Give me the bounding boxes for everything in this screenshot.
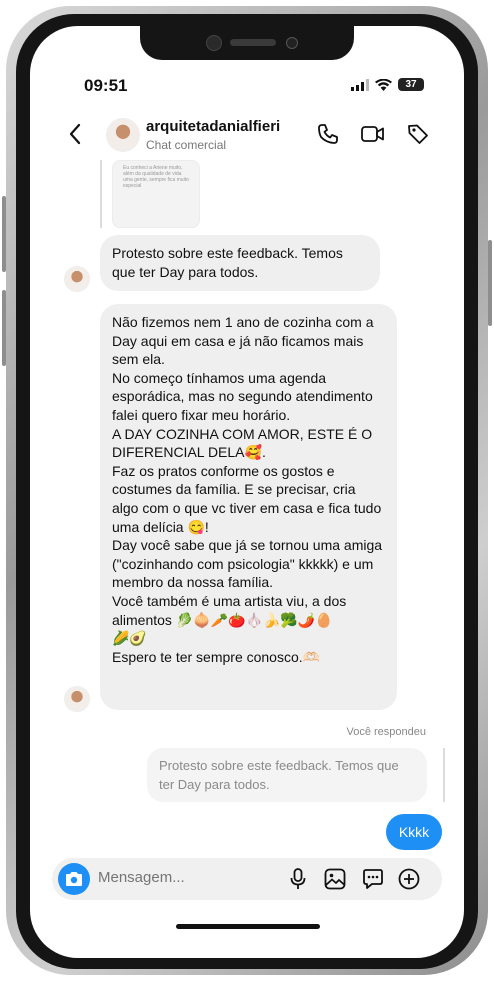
reply-quote[interactable]: Protesto sobre este feedback. Temos que …	[147, 748, 427, 802]
sender-avatar[interactable]	[64, 266, 90, 292]
quoted-message-bar	[100, 160, 102, 228]
volume-up-button	[2, 196, 6, 272]
status-time: 09:51	[84, 76, 128, 95]
home-indicator[interactable]	[176, 924, 320, 929]
video-icon[interactable]	[360, 122, 386, 146]
own-message-bubble[interactable]: Kkkk	[386, 814, 442, 850]
camera-button[interactable]	[58, 863, 90, 895]
back-arrow-icon[interactable]	[68, 122, 82, 146]
screen: 09:51 37 arquitetadanialfieri Chat comer…	[30, 26, 464, 958]
speaker-grille	[230, 39, 276, 46]
reply-quote-bar	[443, 748, 445, 802]
sensor-dot	[286, 37, 298, 49]
plus-icon[interactable]	[398, 868, 420, 890]
message-bubble-2[interactable]: Não fizemos nem 1 ano de cozinha com a D…	[100, 304, 397, 710]
sticker-icon[interactable]	[362, 868, 384, 890]
avatar[interactable]	[106, 118, 140, 152]
message-bubble-1[interactable]: Protesto sobre este feedback. Temos que …	[100, 235, 380, 291]
phone-icon[interactable]	[316, 122, 340, 146]
signal-icon	[351, 78, 369, 91]
gallery-icon[interactable]	[324, 868, 346, 890]
battery-icon: 37	[398, 78, 424, 91]
microphone-icon[interactable]	[290, 868, 306, 890]
quoted-image-text: Eu conheci a Ariene muito, além da quali…	[123, 165, 189, 189]
front-camera-icon	[206, 35, 222, 51]
status-icons: 37	[351, 78, 424, 91]
wifi-icon	[375, 78, 392, 91]
notch	[140, 26, 354, 60]
replied-label: Você respondeu	[346, 726, 426, 738]
message-input[interactable]	[98, 869, 258, 886]
sender-avatar[interactable]	[64, 686, 90, 712]
volume-down-button	[2, 290, 6, 366]
power-button	[488, 240, 492, 326]
chat-subtitle: Chat comercial	[146, 138, 227, 152]
tag-icon[interactable]	[406, 122, 430, 146]
quoted-image-thumbnail[interactable]: Eu conheci a Ariene muito, além da quali…	[112, 160, 200, 228]
message-composer	[52, 858, 442, 900]
chat-header: arquitetadanialfieri Chat comercial	[30, 112, 464, 160]
chat-username[interactable]: arquitetadanialfieri	[146, 118, 280, 135]
camera-icon	[66, 872, 82, 886]
